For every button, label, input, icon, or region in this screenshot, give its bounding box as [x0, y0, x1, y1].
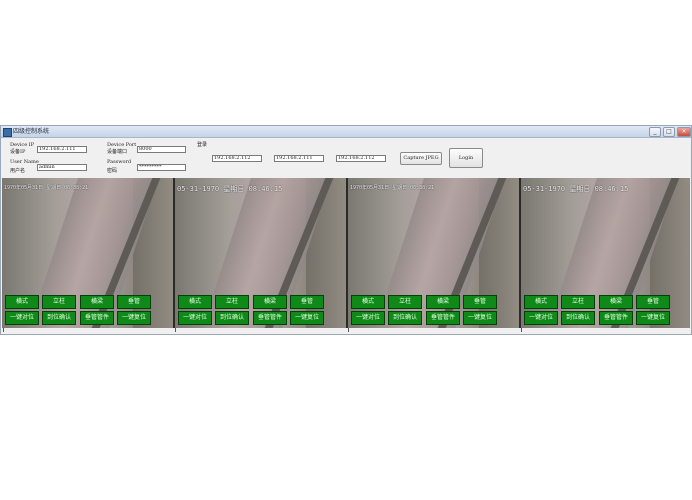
control-button-column[interactable]: 立柱: [215, 295, 249, 309]
ip-input-3[interactable]: 192.168.2.112: [336, 155, 386, 162]
control-button-horizontal[interactable]: 横式: [351, 295, 385, 309]
divider-tick: [3, 328, 4, 332]
device-ip-input[interactable]: 192.168.2.111: [37, 146, 87, 153]
control-button-one-key-reset[interactable]: 一键复位: [636, 311, 670, 325]
divider-tick: [175, 328, 176, 332]
minimize-button[interactable]: _: [649, 127, 661, 137]
control-button-beam[interactable]: 横梁: [599, 295, 633, 309]
divider-tick: [348, 328, 349, 332]
device-port-label: Device Port: [107, 142, 137, 148]
control-button-column[interactable]: 立柱: [561, 295, 595, 309]
control-button-vertical-pipe[interactable]: 垂管: [117, 295, 151, 309]
control-button-horizontal[interactable]: 横式: [524, 295, 558, 309]
camera-view-3[interactable]: 1970年05月31日 星期日 06:38:21 横式 立柱 横梁 垂管 一键对…: [348, 178, 519, 328]
device-port-input[interactable]: 8000: [137, 146, 186, 153]
login-label: 登录: [197, 142, 208, 148]
camera-osd: 05-31-1970 星期日 08:46:15: [177, 185, 283, 193]
user-name-input[interactable]: admin: [37, 164, 87, 171]
control-button-confirm-position[interactable]: 到位确认: [215, 311, 249, 325]
control-button-one-key-reset[interactable]: 一键复位: [117, 311, 151, 325]
control-button-one-key-align[interactable]: 一键对位: [178, 311, 212, 325]
control-button-pipe-fitting[interactable]: 垂管管件: [253, 311, 287, 325]
ip-input-2[interactable]: 192.168.2.111: [274, 155, 324, 162]
camera-view-4[interactable]: 05-31-1970 星期日 08:46:15 横式 立柱 横梁 垂管 一键对位…: [521, 178, 690, 328]
control-button-column[interactable]: 立柱: [388, 295, 422, 309]
control-button-vertical-pipe[interactable]: 垂管: [636, 295, 670, 309]
password-label-cn: 密码: [107, 168, 118, 174]
control-button-one-key-align[interactable]: 一键对位: [351, 311, 385, 325]
control-button-vertical-pipe[interactable]: 垂管: [290, 295, 324, 309]
control-button-confirm-position[interactable]: 到位确认: [561, 311, 595, 325]
control-button-one-key-reset[interactable]: 一键复位: [290, 311, 324, 325]
app-icon: [3, 128, 12, 137]
window-title: 四级控制系统: [13, 128, 50, 135]
camera-osd: 05-31-1970 星期日 08:46:15: [523, 185, 629, 193]
user-name-label-cn: 用户名: [10, 168, 26, 174]
control-button-confirm-position[interactable]: 到位确认: [388, 311, 422, 325]
close-button[interactable]: ×: [677, 127, 691, 137]
main-window: 四级控制系统 _ □ × Device IP 设备IP 192.168.2.11…: [0, 125, 692, 335]
control-button-pipe-fitting[interactable]: 垂管管件: [426, 311, 460, 325]
user-name-label: User Name: [10, 159, 39, 165]
control-button-one-key-align[interactable]: 一键对位: [524, 311, 558, 325]
divider-tick: [521, 328, 522, 332]
camera-osd: 1970年05月31日 星期日 06:38:21: [350, 185, 435, 191]
control-button-one-key-reset[interactable]: 一键复位: [463, 311, 497, 325]
login-button[interactable]: Login: [449, 148, 483, 168]
control-button-horizontal[interactable]: 横式: [178, 295, 212, 309]
control-button-confirm-position[interactable]: 到位确认: [42, 311, 76, 325]
control-button-horizontal[interactable]: 横式: [5, 295, 39, 309]
password-label: Password: [107, 159, 132, 165]
camera-osd: 1970年05月31日 星期日 06:38:21: [4, 185, 89, 191]
camera-view-1[interactable]: 1970年05月31日 星期日 06:38:21 横式 立柱 横梁 垂管 一键对…: [2, 178, 173, 328]
control-button-beam[interactable]: 横梁: [426, 295, 460, 309]
password-input[interactable]: *********: [137, 164, 186, 171]
maximize-button[interactable]: □: [663, 127, 675, 137]
control-button-vertical-pipe[interactable]: 垂管: [463, 295, 497, 309]
device-ip-label: Device IP: [10, 142, 35, 148]
title-bar: 四级控制系统 _ □ ×: [1, 126, 691, 138]
control-button-pipe-fitting[interactable]: 垂管管件: [599, 311, 633, 325]
device-ip-label-cn: 设备IP: [10, 149, 26, 155]
control-button-beam[interactable]: 横梁: [80, 295, 114, 309]
device-port-label-cn: 设备端口: [107, 149, 128, 155]
control-button-beam[interactable]: 横梁: [253, 295, 287, 309]
ip-input-1[interactable]: 192.168.2.112: [212, 155, 262, 162]
control-button-column[interactable]: 立柱: [42, 295, 76, 309]
control-button-one-key-align[interactable]: 一键对位: [5, 311, 39, 325]
capture-jpeg-button[interactable]: Capture JPEG: [400, 152, 442, 165]
camera-grid: 1970年05月31日 星期日 06:38:21 横式 立柱 横梁 垂管 一键对…: [2, 178, 690, 328]
camera-view-2[interactable]: 05-31-1970 星期日 08:46:15 横式 立柱 横梁 垂管 一键对位…: [175, 178, 346, 328]
control-button-pipe-fitting[interactable]: 垂管管件: [80, 311, 114, 325]
